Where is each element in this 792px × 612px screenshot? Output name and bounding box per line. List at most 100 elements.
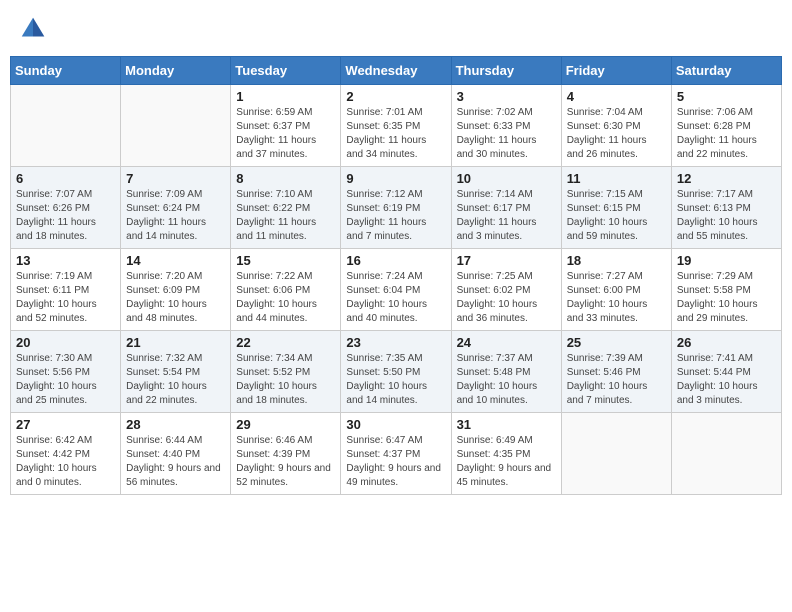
day-info: Sunrise: 7:32 AMSunset: 5:54 PMDaylight:… <box>126 352 225 408</box>
day-number: 15 <box>236 253 335 268</box>
day-number: 12 <box>677 171 776 186</box>
day-info: Sunrise: 7:09 AMSunset: 6:24 PMDaylight:… <box>126 188 225 244</box>
calendar-week-row: 20 Sunrise: 7:30 AMSunset: 5:56 PMDayligh… <box>11 331 782 413</box>
calendar-cell: 5 Sunrise: 7:06 AMSunset: 6:28 PMDaylight… <box>671 85 781 167</box>
calendar-cell: 10 Sunrise: 7:14 AMSunset: 6:17 PMDayligh… <box>451 167 561 249</box>
day-info: Sunrise: 7:10 AMSunset: 6:22 PMDaylight:… <box>236 188 335 244</box>
day-number: 31 <box>457 417 556 432</box>
calendar-cell <box>671 413 781 495</box>
weekday-header-tuesday: Tuesday <box>231 57 341 85</box>
calendar-cell <box>561 413 671 495</box>
calendar-cell: 17 Sunrise: 7:25 AMSunset: 6:02 PMDayligh… <box>451 249 561 331</box>
day-info: Sunrise: 7:02 AMSunset: 6:33 PMDaylight:… <box>457 106 556 162</box>
calendar-header-row: SundayMondayTuesdayWednesdayThursdayFrid… <box>11 57 782 85</box>
day-info: Sunrise: 7:27 AMSunset: 6:00 PMDaylight:… <box>567 270 666 326</box>
weekday-header-monday: Monday <box>121 57 231 85</box>
day-info: Sunrise: 7:01 AMSunset: 6:35 PMDaylight:… <box>346 106 445 162</box>
day-info: Sunrise: 7:15 AMSunset: 6:15 PMDaylight:… <box>567 188 666 244</box>
day-number: 19 <box>677 253 776 268</box>
weekday-header-sunday: Sunday <box>11 57 121 85</box>
day-info: Sunrise: 7:06 AMSunset: 6:28 PMDaylight:… <box>677 106 776 162</box>
day-info: Sunrise: 6:44 AMSunset: 4:40 PMDaylight:… <box>126 434 225 490</box>
calendar-cell: 21Sunrise: 7:32 AMSunset: 5:54 PMDayligh… <box>121 331 231 413</box>
calendar-cell: 30Sunrise: 6:47 AMSunset: 4:37 PMDayligh… <box>341 413 451 495</box>
calendar-cell: 7Sunrise: 7:09 AMSunset: 6:24 PMDaylight… <box>121 167 231 249</box>
weekday-header-thursday: Thursday <box>451 57 561 85</box>
day-number: 20 <box>16 335 115 350</box>
calendar-cell: 28 Sunrise: 6:44 AMSunset: 4:40 PMDayligh… <box>121 413 231 495</box>
calendar-cell: 14 Sunrise: 7:20 AMSunset: 6:09 PMDayligh… <box>121 249 231 331</box>
calendar-cell: 4Sunrise: 7:04 AMSunset: 6:30 PMDaylight… <box>561 85 671 167</box>
weekday-header-wednesday: Wednesday <box>341 57 451 85</box>
weekday-header-friday: Friday <box>561 57 671 85</box>
calendar-cell: 15 Sunrise: 7:22 AMSunset: 6:06 PMDayligh… <box>231 249 341 331</box>
calendar-cell: 20 Sunrise: 7:30 AMSunset: 5:56 PMDayligh… <box>11 331 121 413</box>
calendar-cell: 18 Sunrise: 7:27 AMSunset: 6:00 PMDayligh… <box>561 249 671 331</box>
calendar-week-row: 27Sunrise: 6:42 AMSunset: 4:42 PMDayligh… <box>11 413 782 495</box>
day-info: Sunrise: 6:42 AMSunset: 4:42 PMDaylight:… <box>16 434 115 490</box>
calendar-cell: 6Sunrise: 7:07 AMSunset: 6:26 PMDaylight… <box>11 167 121 249</box>
day-number: 10 <box>457 171 556 186</box>
day-info: Sunrise: 6:59 AMSunset: 6:37 PMDaylight:… <box>236 106 335 162</box>
day-info: Sunrise: 7:29 AMSunset: 5:58 PMDaylight:… <box>677 270 776 326</box>
calendar-cell: 27Sunrise: 6:42 AMSunset: 4:42 PMDayligh… <box>11 413 121 495</box>
calendar-cell: 23Sunrise: 7:35 AMSunset: 5:50 PMDayligh… <box>341 331 451 413</box>
calendar-cell: 11 Sunrise: 7:15 AMSunset: 6:15 PMDayligh… <box>561 167 671 249</box>
calendar-cell: 29 Sunrise: 6:46 AMSunset: 4:39 PMDayligh… <box>231 413 341 495</box>
day-number: 11 <box>567 171 666 186</box>
calendar-cell: 12 Sunrise: 7:17 AMSunset: 6:13 PMDayligh… <box>671 167 781 249</box>
day-info: Sunrise: 7:39 AMSunset: 5:46 PMDaylight:… <box>567 352 666 408</box>
day-number: 24 <box>457 335 556 350</box>
day-info: Sunrise: 7:25 AMSunset: 6:02 PMDaylight:… <box>457 270 556 326</box>
day-number: 5 <box>677 89 776 104</box>
calendar-table: SundayMondayTuesdayWednesdayThursdayFrid… <box>10 56 782 495</box>
day-info: Sunrise: 6:46 AMSunset: 4:39 PMDaylight:… <box>236 434 335 490</box>
day-info: Sunrise: 7:30 AMSunset: 5:56 PMDaylight:… <box>16 352 115 408</box>
calendar-cell <box>121 85 231 167</box>
day-info: Sunrise: 6:49 AMSunset: 4:35 PMDaylight:… <box>457 434 556 490</box>
calendar-cell: 26 Sunrise: 7:41 AMSunset: 5:44 PMDayligh… <box>671 331 781 413</box>
day-number: 8 <box>236 171 335 186</box>
day-info: Sunrise: 7:20 AMSunset: 6:09 PMDaylight:… <box>126 270 225 326</box>
calendar-cell: 9 Sunrise: 7:12 AMSunset: 6:19 PMDaylight… <box>341 167 451 249</box>
day-number: 26 <box>677 335 776 350</box>
day-info: Sunrise: 7:17 AMSunset: 6:13 PMDaylight:… <box>677 188 776 244</box>
day-info: Sunrise: 7:37 AMSunset: 5:48 PMDaylight:… <box>457 352 556 408</box>
calendar-week-row: 13Sunrise: 7:19 AMSunset: 6:11 PMDayligh… <box>11 249 782 331</box>
logo-icon <box>18 14 48 44</box>
day-number: 22 <box>236 335 335 350</box>
day-number: 25 <box>567 335 666 350</box>
day-info: Sunrise: 7:14 AMSunset: 6:17 PMDaylight:… <box>457 188 556 244</box>
calendar-cell: 8 Sunrise: 7:10 AMSunset: 6:22 PMDaylight… <box>231 167 341 249</box>
day-info: Sunrise: 7:24 AMSunset: 6:04 PMDaylight:… <box>346 270 445 326</box>
calendar-cell: 13Sunrise: 7:19 AMSunset: 6:11 PMDayligh… <box>11 249 121 331</box>
day-number: 1 <box>236 89 335 104</box>
day-number: 30 <box>346 417 445 432</box>
day-info: Sunrise: 7:34 AMSunset: 5:52 PMDaylight:… <box>236 352 335 408</box>
day-number: 17 <box>457 253 556 268</box>
logo <box>18 14 50 44</box>
calendar-cell: 1 Sunrise: 6:59 AMSunset: 6:37 PMDaylight… <box>231 85 341 167</box>
day-number: 4 <box>567 89 666 104</box>
day-number: 3 <box>457 89 556 104</box>
day-info: Sunrise: 7:22 AMSunset: 6:06 PMDaylight:… <box>236 270 335 326</box>
calendar-cell: 19 Sunrise: 7:29 AMSunset: 5:58 PMDayligh… <box>671 249 781 331</box>
calendar-cell: 22 Sunrise: 7:34 AMSunset: 5:52 PMDayligh… <box>231 331 341 413</box>
calendar-cell <box>11 85 121 167</box>
day-number: 29 <box>236 417 335 432</box>
calendar-cell: 2 Sunrise: 7:01 AMSunset: 6:35 PMDaylight… <box>341 85 451 167</box>
day-number: 18 <box>567 253 666 268</box>
calendar-week-row: 6Sunrise: 7:07 AMSunset: 6:26 PMDaylight… <box>11 167 782 249</box>
day-info: Sunrise: 7:35 AMSunset: 5:50 PMDaylight:… <box>346 352 445 408</box>
page-header <box>10 10 782 48</box>
day-number: 9 <box>346 171 445 186</box>
day-info: Sunrise: 7:07 AMSunset: 6:26 PMDaylight:… <box>16 188 115 244</box>
day-info: Sunrise: 7:41 AMSunset: 5:44 PMDaylight:… <box>677 352 776 408</box>
day-number: 2 <box>346 89 445 104</box>
day-info: Sunrise: 7:12 AMSunset: 6:19 PMDaylight:… <box>346 188 445 244</box>
day-number: 14 <box>126 253 225 268</box>
day-number: 28 <box>126 417 225 432</box>
weekday-header-saturday: Saturday <box>671 57 781 85</box>
calendar-cell: 31 Sunrise: 6:49 AMSunset: 4:35 PMDayligh… <box>451 413 561 495</box>
calendar-cell: 24 Sunrise: 7:37 AMSunset: 5:48 PMDayligh… <box>451 331 561 413</box>
